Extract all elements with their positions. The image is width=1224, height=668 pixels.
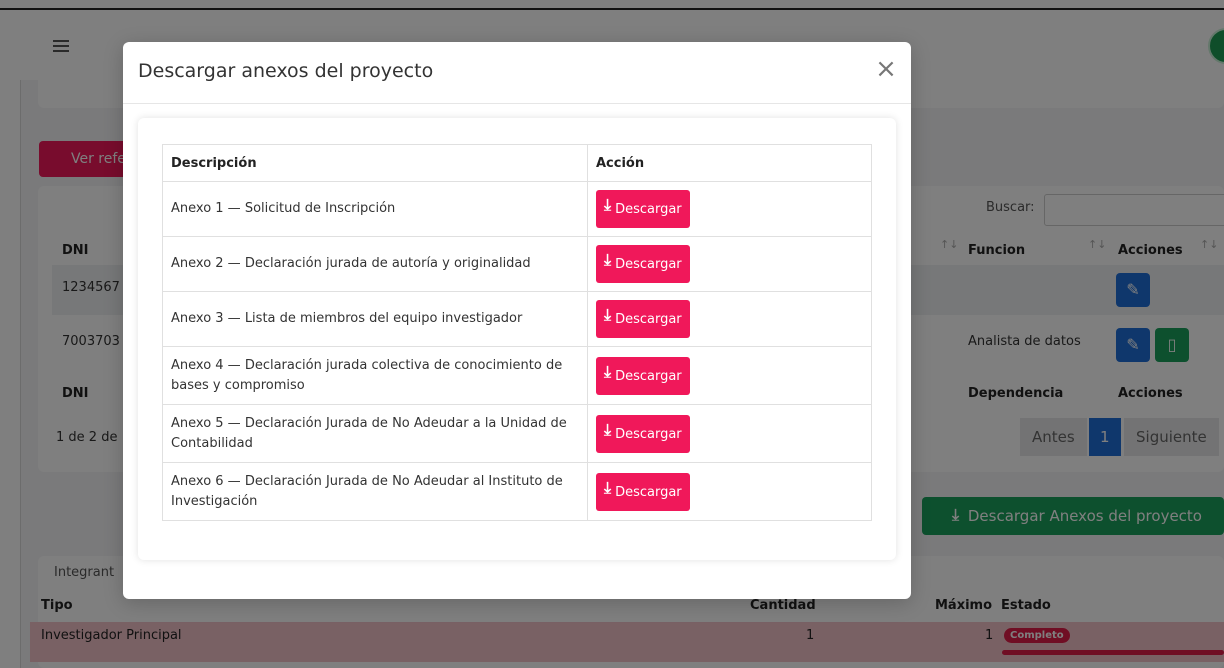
download-annexes-modal: Descargar anexos del proyecto × Descripc…: [123, 42, 911, 599]
download-button[interactable]: ⤓ Descargar: [596, 356, 690, 395]
modal-title: Descargar anexos del proyecto: [138, 60, 434, 82]
close-icon[interactable]: ×: [875, 56, 897, 82]
annex-description: Anexo 4 — Declaración jurada colectiva d…: [162, 346, 588, 405]
modal-header: Descargar anexos del proyecto ×: [123, 42, 911, 104]
download-icon: ⤓: [604, 361, 612, 381]
table-row: Anexo 1 — Solicitud de Inscripción ⤓ Desc…: [162, 181, 872, 237]
th-descripcion: Descripción: [162, 144, 588, 182]
download-button[interactable]: ⤓ Descargar: [596, 300, 690, 338]
th-accion: Acción: [587, 144, 872, 182]
download-label: Descargar: [615, 484, 682, 500]
annex-description: Anexo 2 — Declaración jurada de autoría …: [162, 236, 588, 292]
download-label: Descargar: [615, 368, 682, 384]
table-row: Anexo 6 — Declaración Jurada de No Adeud…: [162, 462, 872, 521]
download-button[interactable]: ⤓ Descargar: [596, 245, 690, 283]
table-row: Anexo 2 — Declaración jurada de autoría …: [162, 236, 872, 292]
table-row: Anexo 4 — Declaración jurada colectiva d…: [162, 346, 872, 405]
download-button[interactable]: ⤓ Descargar: [596, 414, 690, 453]
download-label: Descargar: [615, 202, 682, 217]
download-button[interactable]: ⤓ Descargar: [596, 472, 690, 511]
annex-description: Anexo 3 — Lista de miembros del equipo i…: [162, 291, 588, 347]
annexes-table: Descripción Acción Anexo 1 — Solicitud d…: [162, 144, 872, 521]
download-icon: ⤓: [604, 477, 612, 497]
table-row: Anexo 3 — Lista de miembros del equipo i…: [162, 291, 872, 347]
download-button[interactable]: ⤓ Descargar: [596, 190, 690, 228]
download-icon: ⤓: [604, 195, 612, 214]
annex-description: Anexo 6 — Declaración Jurada de No Adeud…: [162, 462, 588, 521]
table-row: Anexo 5 — Declaración Jurada de No Adeud…: [162, 404, 872, 463]
download-label: Descargar: [615, 312, 682, 327]
download-label: Descargar: [615, 257, 682, 272]
download-label: Descargar: [615, 426, 682, 442]
download-icon: ⤓: [604, 419, 612, 439]
annex-description: Anexo 5 — Declaración Jurada de No Adeud…: [162, 404, 588, 463]
annex-description: Anexo 1 — Solicitud de Inscripción: [162, 181, 588, 237]
annexes-card: Descripción Acción Anexo 1 — Solicitud d…: [138, 118, 896, 560]
download-icon: ⤓: [604, 250, 612, 269]
download-icon: ⤓: [604, 305, 612, 324]
